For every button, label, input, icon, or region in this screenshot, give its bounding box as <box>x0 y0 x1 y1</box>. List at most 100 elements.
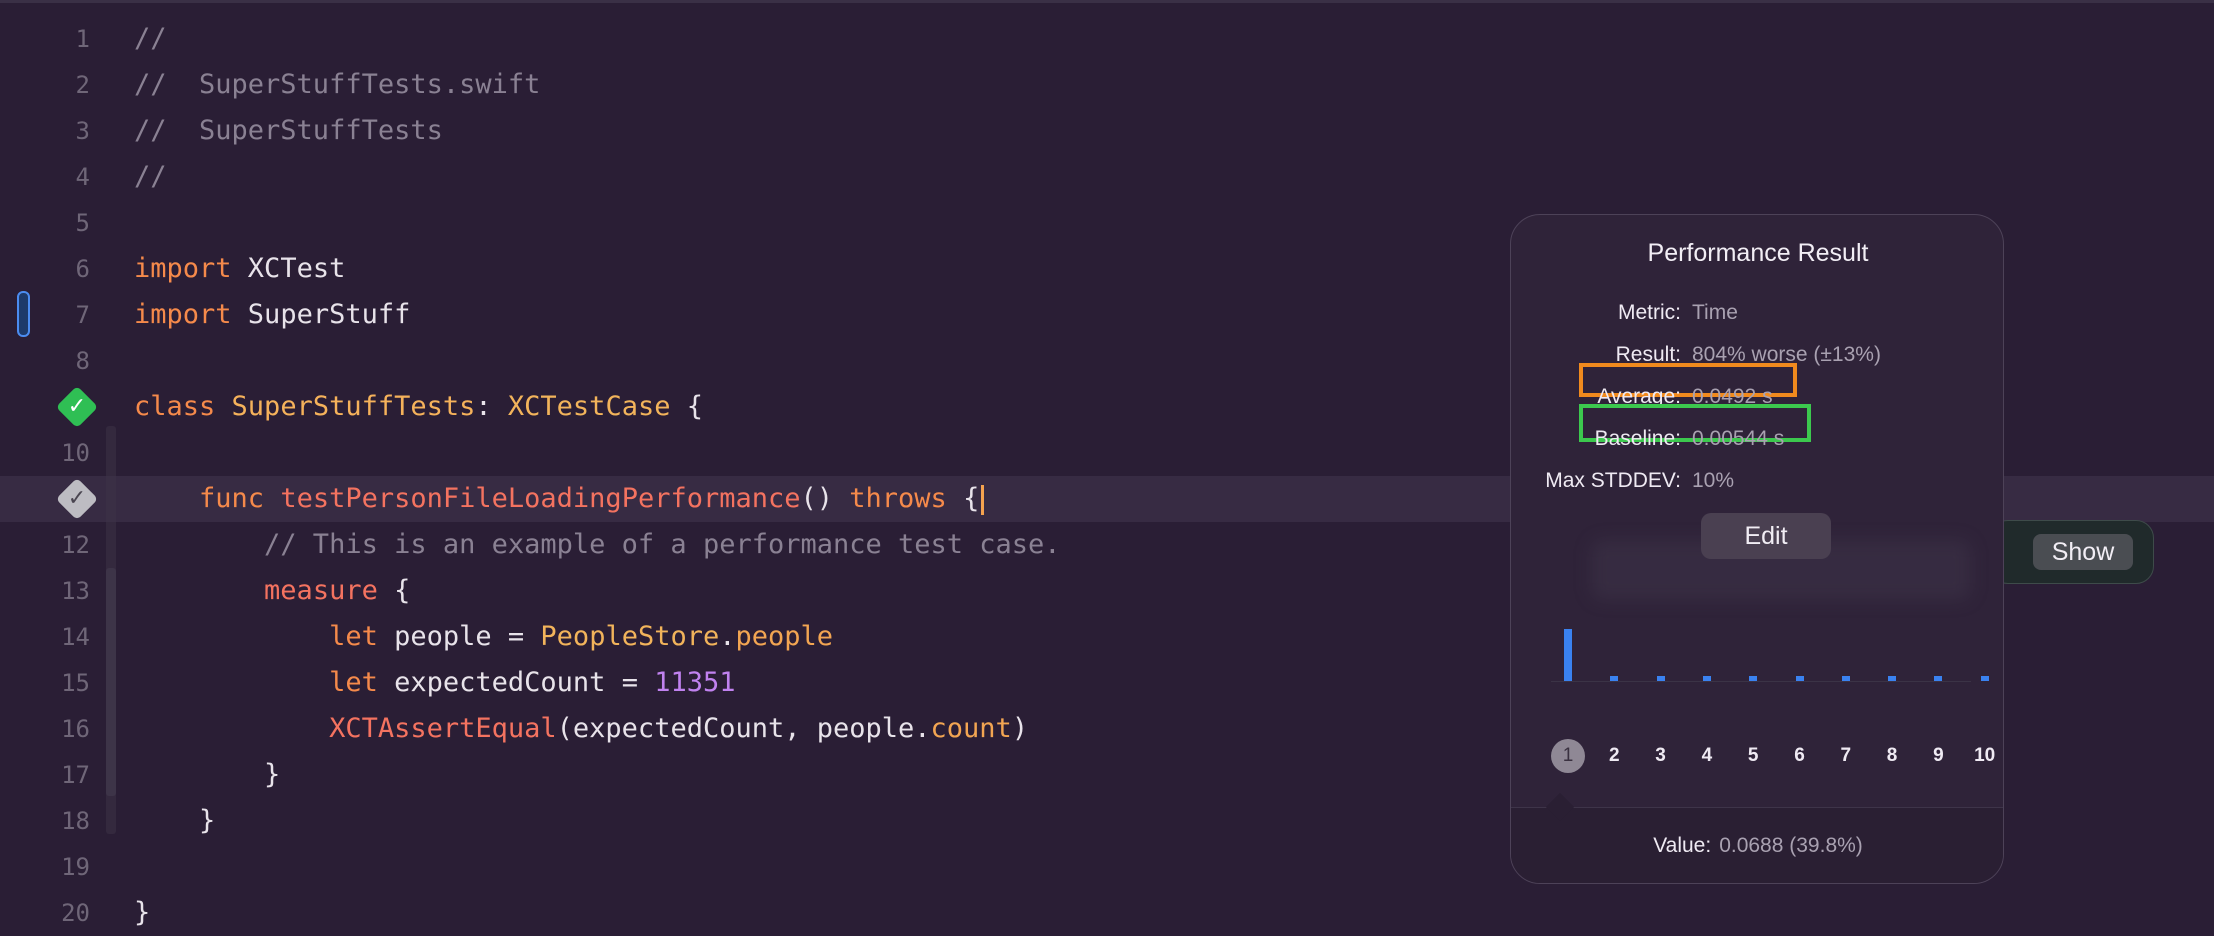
line-number: 20 <box>61 899 90 927</box>
value-label: Value: <box>1653 834 1712 857</box>
code-token: XCTestCase <box>507 391 671 422</box>
line-number: 5 <box>75 209 90 237</box>
run-10-button[interactable]: 10 <box>1968 739 2002 773</box>
line-number: 13 <box>61 577 90 605</box>
code-token: } <box>134 805 216 836</box>
baseline-value: 0.00544 s <box>1692 427 1785 450</box>
code-token: // This is an example of a performance t… <box>134 529 1061 560</box>
code-token: // <box>134 161 167 192</box>
stddev-label: Max STDDEV: <box>1545 469 1681 492</box>
code-line[interactable]: 4 // <box>0 154 2214 200</box>
line-number: 2 <box>75 71 90 99</box>
code-token: people <box>735 621 834 652</box>
code-token: { <box>670 391 703 422</box>
code-token: XCTAssertEqual <box>329 713 557 744</box>
code-text: // <box>134 16 167 62</box>
code-token: } <box>134 897 151 928</box>
code-token: testPersonFileLoadingPerformance <box>280 483 801 514</box>
code-token: // SuperStuffTests <box>134 115 443 146</box>
line-number: 18 <box>61 807 90 835</box>
run-selector: 1 2 3 4 5 6 7 8 9 10 <box>1551 739 1995 775</box>
code-token: () <box>800 483 850 514</box>
code-token: import <box>134 253 232 284</box>
line-number: 15 <box>61 669 90 697</box>
code-token: count <box>930 713 1012 744</box>
run-7-button[interactable]: 7 <box>1829 739 1863 773</box>
line-number: 3 <box>75 117 90 145</box>
run-6-button[interactable]: 6 <box>1783 739 1817 773</box>
line-number: 17 <box>61 761 90 789</box>
line-number: 16 <box>61 715 90 743</box>
code-text: } <box>134 752 280 798</box>
run-times-chart <box>1551 595 1989 685</box>
run-time-bar[interactable] <box>1841 676 1850 681</box>
code-text: // SuperStuffTests <box>134 108 443 154</box>
code-token: // <box>134 23 167 54</box>
value-value: 0.0688 (39.8%) <box>1719 834 1863 857</box>
line-number: 14 <box>61 623 90 651</box>
run-time-bar[interactable] <box>1656 676 1665 681</box>
checkmark-icon: ✓ <box>67 394 87 419</box>
code-text: let expectedCount = 11351 <box>134 660 735 706</box>
run-1-button[interactable]: 1 <box>1551 739 1585 773</box>
line-number: 6 <box>75 255 90 283</box>
code-token: SuperStuffTests <box>231 391 476 422</box>
code-text: // SuperStuffTests.swift <box>134 62 540 108</box>
code-text: let people = PeopleStore.people <box>134 614 833 660</box>
run-5-button[interactable]: 5 <box>1736 739 1770 773</box>
code-token: . <box>719 621 736 652</box>
code-line[interactable]: 1 // <box>0 16 2214 62</box>
code-line[interactable]: 2 // SuperStuffTests.swift <box>0 62 2214 108</box>
checkmark-icon: ✓ <box>67 486 87 511</box>
edit-baseline-button[interactable]: Edit <box>1701 513 1831 559</box>
baseline-label: Baseline: <box>1594 427 1681 450</box>
code-token: let <box>329 621 378 652</box>
run-3-button[interactable]: 3 <box>1644 739 1678 773</box>
code-text: // <box>134 154 167 200</box>
code-token: measure <box>264 575 378 606</box>
line-number: 1 <box>75 25 90 53</box>
code-token: func <box>199 483 265 514</box>
code-token: XCTest <box>231 253 346 284</box>
run-4-button[interactable]: 4 <box>1690 739 1724 773</box>
code-line[interactable]: 3 // SuperStuffTests <box>0 108 2214 154</box>
code-text: } <box>134 798 215 844</box>
chart-axis-line <box>1551 681 1971 682</box>
run-time-bar[interactable] <box>1980 676 1989 681</box>
code-line[interactable]: 20} <box>0 890 2214 936</box>
performance-result-popover: Performance Result Metric: Time Result: … <box>1510 214 2004 884</box>
text-caret <box>981 484 985 515</box>
code-token: let <box>329 667 378 698</box>
run-time-bar[interactable] <box>1888 676 1897 681</box>
run-time-bar[interactable] <box>1749 676 1758 681</box>
line-number: 8 <box>75 347 90 375</box>
code-token: ) <box>1011 713 1029 744</box>
show-button[interactable]: Show <box>2033 534 2133 570</box>
run-time-bar[interactable] <box>1702 676 1711 681</box>
code-token: SuperStuff <box>231 299 411 330</box>
code-token: { <box>377 575 411 606</box>
code-token: import <box>134 299 232 330</box>
code-text: } <box>134 890 150 936</box>
run-time-bar[interactable] <box>1934 676 1943 681</box>
line-number: 7 <box>75 301 90 329</box>
source-change-marker[interactable] <box>17 291 30 337</box>
run-time-bar[interactable] <box>1795 676 1804 681</box>
run-time-bar[interactable] <box>1610 676 1619 681</box>
run-2-button[interactable]: 2 <box>1597 739 1631 773</box>
code-text: class SuperStuffTests: XCTestCase { <box>134 384 703 430</box>
run-time-bar[interactable] <box>1564 629 1572 681</box>
code-fold-ribbon-outer[interactable] <box>106 426 116 834</box>
line-number: 10 <box>61 439 90 467</box>
selected-run-value: Value: 0.0688 (39.8%) <box>1511 834 2003 858</box>
run-9-button[interactable]: 9 <box>1921 739 1955 773</box>
code-text: measure { <box>134 568 410 614</box>
code-token: (expectedCount, people. <box>556 713 931 744</box>
code-token: 11351 <box>654 667 736 698</box>
code-token: throws <box>849 483 947 514</box>
run-8-button[interactable]: 8 <box>1875 739 1909 773</box>
